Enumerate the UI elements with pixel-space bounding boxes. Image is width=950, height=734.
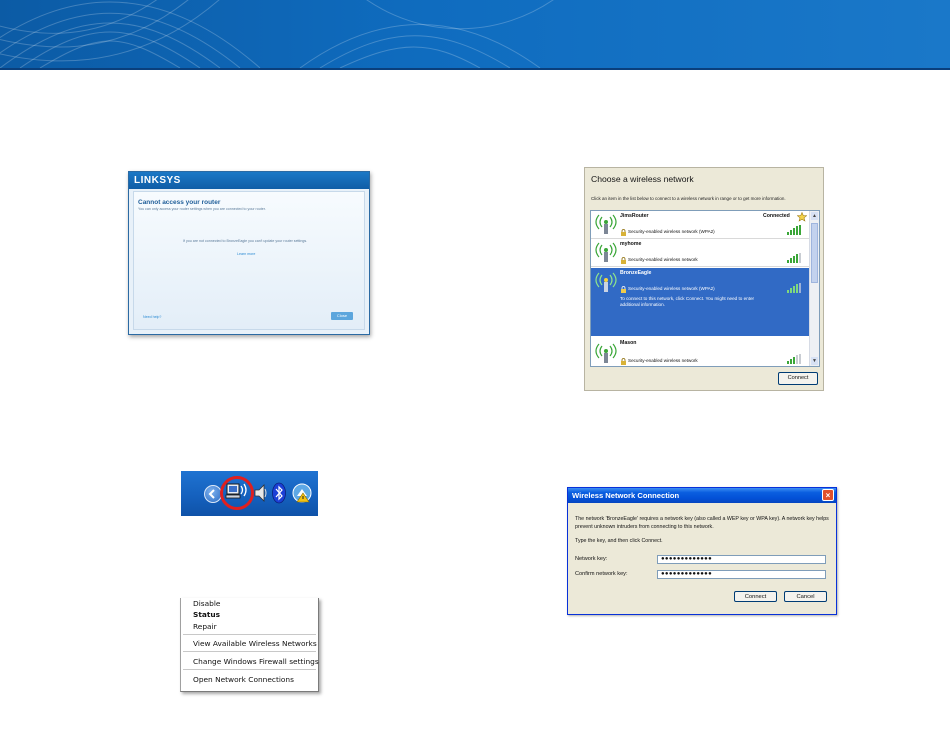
network-name: JimsRouter <box>620 213 649 219</box>
network-name: BronzeEagle <box>620 270 652 276</box>
network-name: myhome <box>620 241 642 247</box>
signal-strength-icon <box>787 283 801 293</box>
security-label: Security-enabled wireless network <box>628 358 698 363</box>
confirm-network-key-label: Confirm network key: <box>575 571 628 577</box>
cancel-button[interactable]: Cancel <box>784 591 827 602</box>
lock-icon <box>621 286 626 293</box>
dialog-description: The network 'BronzeEagle' requires a net… <box>575 516 829 530</box>
network-list: JimsRouter Connected Security-enabled wi… <box>590 210 820 367</box>
menu-item-open-network-connections[interactable]: Open Network Connections <box>193 675 294 684</box>
linksys-title: Cannot access your router <box>138 199 221 206</box>
linksys-cannot-access-screenshot: LINKSYS Cannot access your router You ca… <box>128 171 370 335</box>
menu-item-repair[interactable]: Repair <box>193 622 217 631</box>
network-name: Mason <box>620 340 637 346</box>
connect-hint: To connect to this network, click Connec… <box>620 296 755 307</box>
network-key-label: Network key: <box>575 556 608 562</box>
connect-button[interactable]: Connect <box>778 372 818 385</box>
learn-more-link[interactable]: Learn more <box>237 252 255 256</box>
menu-item-status[interactable]: Status <box>193 610 220 619</box>
choose-network-description: Click an item in the list below to conne… <box>591 196 786 201</box>
choose-network-title: Choose a wireless network <box>591 174 694 184</box>
network-key-field[interactable]: ●●●●●●●●●●●●● <box>657 555 826 564</box>
taskbar-notification-area <box>181 471 318 516</box>
confirm-network-key-field[interactable]: ●●●●●●●●●●●●● <box>657 570 826 579</box>
linksys-subtitle: You can only access your router settings… <box>138 207 266 211</box>
network-item-mason[interactable]: Mason Security-enabled wireless network <box>591 338 810 366</box>
header-banner <box>0 0 950 68</box>
close-button[interactable]: Close <box>331 312 353 320</box>
wireless-antenna-icon <box>595 272 617 292</box>
banner-swirl-graphic <box>0 0 554 68</box>
safely-remove-warning-icon[interactable] <box>292 483 312 503</box>
security-label: Security-enabled wireless network <box>628 257 698 262</box>
wireless-antenna-icon <box>595 214 617 234</box>
menu-item-view-available-wireless-networks[interactable]: View Available Wireless Networks <box>193 639 317 648</box>
close-icon[interactable]: × <box>822 489 834 501</box>
list-divider <box>591 266 810 267</box>
dialog-instruction: Type the key, and then click Connect. <box>575 538 663 544</box>
network-context-menu: Disable Status Repair View Available Wir… <box>180 598 319 692</box>
linksys-message: If you are not connected to BronzeEagle … <box>183 239 308 243</box>
security-label: Security-enabled wireless network (WPA2) <box>628 286 715 291</box>
connect-button[interactable]: Connect <box>734 591 777 602</box>
star-icon <box>797 212 807 222</box>
network-item-bronzeeagle[interactable]: BronzeEagle Security-enabled wireless ne… <box>591 268 810 336</box>
connected-status: Connected <box>763 213 790 219</box>
banner-divider <box>0 68 950 70</box>
bluetooth-icon[interactable] <box>272 482 286 504</box>
lock-icon <box>621 358 626 365</box>
wireless-antenna-icon <box>595 242 617 262</box>
menu-item-disable[interactable]: Disable <box>193 599 220 608</box>
linksys-panel <box>133 191 365 330</box>
dialog-title: Wireless Network Connection <box>572 491 680 500</box>
lock-icon <box>621 257 626 264</box>
network-list-scrollbar[interactable]: ▲ ▼ <box>809 211 819 366</box>
network-item-myhome[interactable]: myhome Security-enabled wireless network <box>591 239 810 266</box>
need-help-link[interactable]: Need help? <box>143 315 161 319</box>
menu-separator <box>183 651 316 652</box>
signal-strength-icon <box>787 253 801 263</box>
lock-icon <box>621 229 626 236</box>
wireless-antenna-icon <box>595 343 617 363</box>
network-item-jimsrouter[interactable]: JimsRouter Connected Security-enabled wi… <box>591 211 810 238</box>
speaker-icon[interactable] <box>254 484 268 502</box>
linksys-logo: LINKSYS <box>134 175 181 186</box>
choose-wireless-network-panel: Choose a wireless network Click an item … <box>584 167 824 391</box>
scrollbar-thumb[interactable] <box>811 223 818 283</box>
signal-strength-icon <box>787 354 801 364</box>
menu-separator <box>183 634 316 635</box>
wireless-network-connection-dialog: Wireless Network Connection × The networ… <box>567 487 837 615</box>
scroll-up-icon[interactable]: ▲ <box>811 212 818 220</box>
security-label: Security-enabled wireless network (WPA2) <box>628 229 715 234</box>
scroll-down-icon[interactable]: ▼ <box>811 357 818 365</box>
menu-item-change-firewall-settings[interactable]: Change Windows Firewall settings <box>193 657 319 666</box>
signal-strength-icon <box>787 225 801 235</box>
highlight-circle <box>220 476 254 510</box>
menu-separator <box>183 669 316 670</box>
